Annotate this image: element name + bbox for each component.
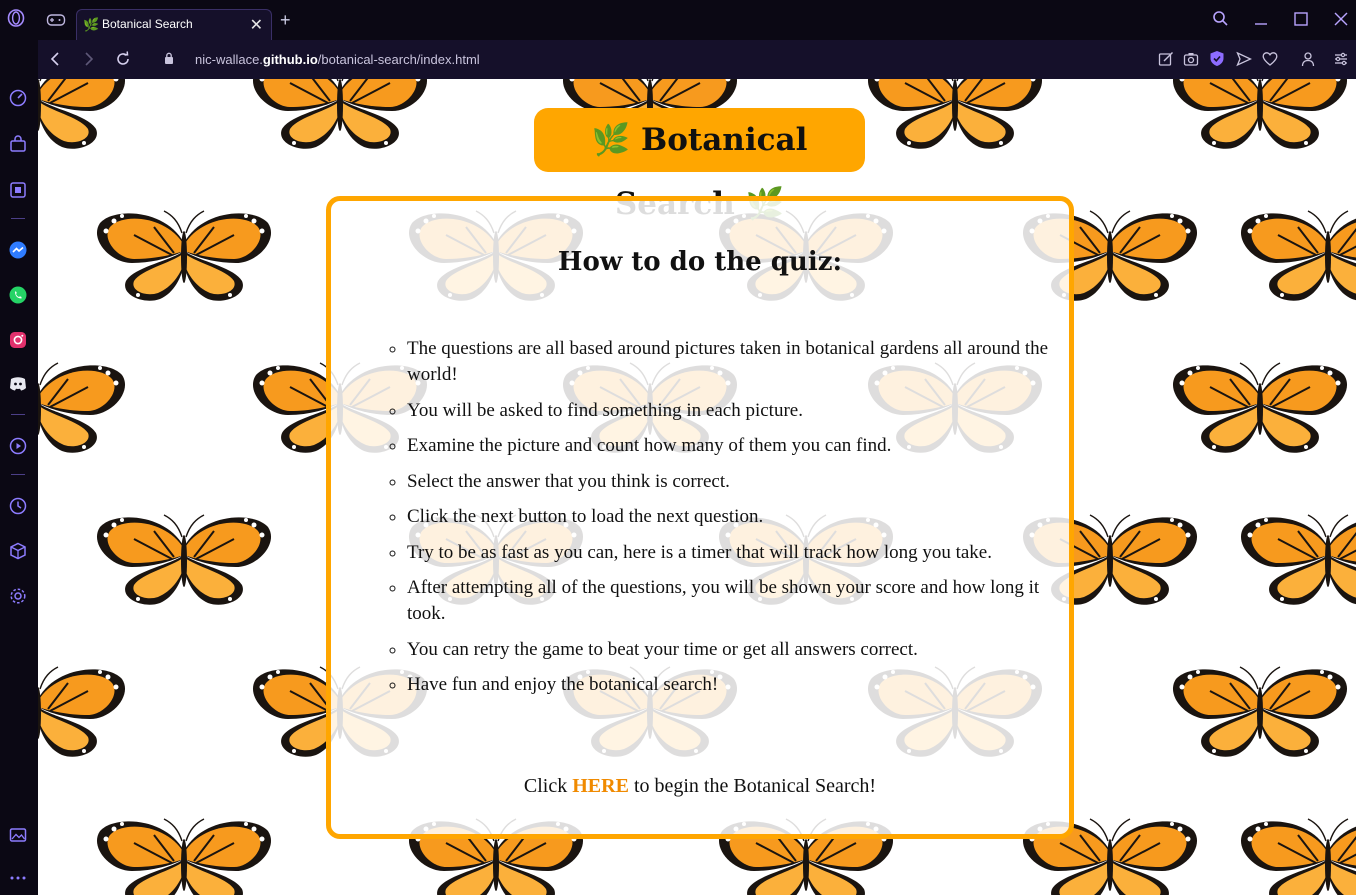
player-icon[interactable] [8, 436, 28, 456]
browser-sidebar [0, 40, 38, 895]
list-item: After attempting all of the questions, y… [407, 575, 1067, 627]
instagram-icon[interactable] [8, 330, 28, 350]
profile-icon[interactable] [1301, 51, 1315, 67]
opera-logo-icon[interactable] [7, 9, 25, 27]
tab-title: Botanical Search [102, 17, 193, 31]
tab-close-icon[interactable]: ✕ [250, 15, 263, 35]
send-icon[interactable] [1236, 51, 1252, 67]
edit-share-icon[interactable] [1158, 51, 1174, 67]
instructions-panel: How to do the quiz: The questions are al… [326, 196, 1074, 839]
instructions-heading: How to do the quiz: [557, 247, 843, 277]
url-path: /botanical-search/index.html [317, 52, 480, 67]
instructions-list: The questions are all based around pictu… [371, 336, 1067, 708]
url-domain: github.io [262, 52, 318, 67]
heart-icon[interactable] [1262, 51, 1278, 67]
url-prefix: nic-wallace. [195, 52, 263, 67]
settings-gear-icon[interactable] [8, 586, 28, 606]
begin-prompt: Click HERE to begin the Botanical Search… [331, 775, 1069, 798]
begin-here-link[interactable]: HERE [572, 775, 629, 797]
crypto-wallet-icon[interactable] [8, 541, 28, 561]
list-item: You will be asked to find something in e… [407, 398, 1067, 424]
shield-icon[interactable] [1209, 50, 1225, 67]
site-header: 🌿 Botanical Search 🌿 [534, 108, 865, 222]
close-window-icon[interactable] [1334, 12, 1348, 26]
begin-prefix: Click [523, 775, 573, 797]
address-bar: nic-wallace.github.io/botanical-search/i… [38, 40, 1356, 79]
forward-icon[interactable] [84, 52, 94, 66]
list-item: Select the answer that you think is corr… [407, 469, 1067, 495]
speed-dial-icon[interactable] [8, 88, 28, 108]
easy-setup-icon[interactable] [1334, 52, 1348, 66]
list-item: Examine the picture and count how many o… [407, 433, 1067, 459]
maximize-icon[interactable] [1294, 12, 1308, 26]
list-item: Try to be as fast as you can, here is a … [407, 540, 1067, 566]
begin-suffix: to begin the Botanical Search! [628, 775, 877, 797]
history-icon[interactable] [8, 496, 28, 516]
reload-icon[interactable] [115, 51, 131, 67]
more-options-icon[interactable] [8, 868, 28, 888]
list-item: The questions are all based around pictu… [407, 336, 1067, 388]
leaf-icon: 🌿 [83, 17, 100, 32]
sidebar-divider [11, 218, 25, 219]
new-tab-button[interactable]: + [280, 10, 291, 31]
list-item: You can retry the game to beat your time… [407, 637, 1067, 663]
camera-icon[interactable] [1183, 51, 1199, 67]
gallery-icon[interactable] [8, 825, 28, 845]
discord-icon[interactable] [8, 374, 28, 394]
sidebar-divider [11, 414, 25, 415]
web-page: 🌿 Botanical Search 🌿 How to do the quiz:… [38, 79, 1356, 895]
extensions-icon[interactable] [8, 180, 28, 200]
lock-icon[interactable] [164, 52, 174, 64]
back-icon[interactable] [50, 52, 60, 66]
whatsapp-icon[interactable] [8, 285, 28, 305]
messenger-icon[interactable] [8, 240, 28, 260]
sidebar-divider [11, 474, 25, 475]
browser-title-bar: 🌿 Botanical Search ✕ + [0, 0, 1356, 40]
list-item: Click the next button to load the next q… [407, 504, 1067, 530]
list-item: Have fun and enjoy the botanical search! [407, 672, 1067, 698]
shopping-icon[interactable] [8, 134, 28, 154]
minimize-icon[interactable] [1254, 12, 1268, 26]
tab-botanical-search[interactable]: 🌿 Botanical Search ✕ [76, 9, 272, 40]
url-field[interactable]: nic-wallace.github.io/botanical-search/i… [195, 52, 480, 67]
gamepad-icon[interactable] [46, 12, 66, 28]
search-icon[interactable] [1212, 10, 1229, 27]
